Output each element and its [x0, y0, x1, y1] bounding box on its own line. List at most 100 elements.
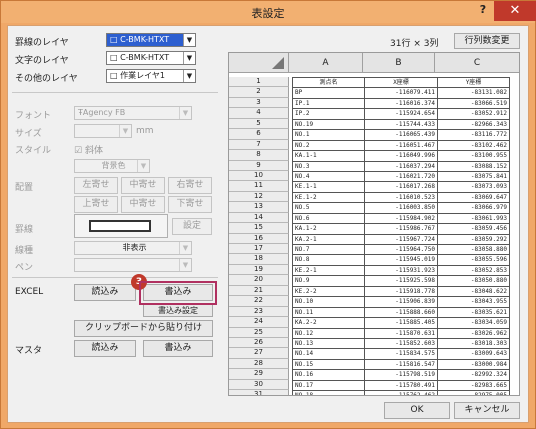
pen-select[interactable]: ▼ — [74, 258, 192, 272]
master-read-button[interactable]: 読込み — [74, 340, 136, 357]
table-cell[interactable]: NO.7 — [293, 245, 365, 255]
table-cell[interactable]: -115816.547 — [365, 359, 438, 370]
table-cell[interactable]: -115762.462 — [365, 391, 438, 395]
table-cell[interactable]: -115925.598 — [365, 276, 438, 286]
row-header[interactable]: 24 — [229, 317, 289, 328]
row-header[interactable]: 27 — [229, 348, 289, 359]
row-header[interactable]: 30 — [229, 379, 289, 391]
table-cell[interactable]: NO.1 — [293, 130, 365, 140]
table-cell[interactable]: -82975.005 — [438, 391, 510, 395]
row-header[interactable]: 11 — [229, 181, 289, 192]
align-top-button[interactable]: 上寄せ — [74, 196, 118, 213]
table-cell[interactable]: KA.1-2 — [293, 224, 365, 234]
row-header[interactable]: 8 — [229, 150, 289, 161]
table-cell[interactable]: -83000.984 — [438, 359, 510, 370]
table-cell[interactable]: -83050.880 — [438, 276, 510, 286]
table-cell[interactable]: -83026.962 — [438, 328, 510, 338]
table-cell[interactable]: KE.1-1 — [293, 182, 365, 192]
paste-from-clipboard-button[interactable]: クリップボードから貼り付け — [74, 320, 213, 337]
table-cell[interactable]: -115780.491 — [365, 380, 438, 391]
row-header[interactable]: 7 — [229, 139, 289, 151]
table-cell[interactable]: -115798.519 — [365, 370, 438, 380]
table-cell[interactable]: -83059.456 — [438, 224, 510, 234]
master-write-button[interactable]: 書込み — [143, 340, 213, 357]
table-cell[interactable]: NO.17 — [293, 380, 365, 391]
row-header[interactable]: 6 — [229, 129, 289, 140]
table-cell[interactable]: -116021.720 — [365, 171, 438, 182]
column-header[interactable]: C — [435, 53, 519, 73]
table-cell[interactable]: -115870.631 — [365, 328, 438, 338]
table-cell[interactable]: -83066.979 — [438, 203, 510, 213]
align-bottom-button[interactable]: 下寄せ — [168, 196, 212, 213]
table-cell[interactable]: -83061.993 — [438, 213, 510, 224]
table-cell[interactable]: -115885.405 — [365, 318, 438, 328]
table-cell[interactable]: KA.2-2 — [293, 318, 365, 328]
table-cell[interactable]: -115744.433 — [365, 119, 438, 130]
table-cell[interactable]: -116016.374 — [365, 98, 438, 109]
column-header[interactable]: B — [363, 53, 435, 73]
row-header[interactable]: 18 — [229, 254, 289, 265]
cancel-button[interactable]: キャンセル — [454, 402, 520, 419]
align-center-button[interactable]: 中寄せ — [121, 177, 165, 194]
size-select[interactable]: ▼ — [74, 124, 132, 138]
other-layer-select[interactable]: □ 作業レイヤ1 ▼ — [106, 69, 196, 83]
table-cell[interactable]: NO.9 — [293, 276, 365, 286]
table-cell[interactable]: -115931.923 — [365, 265, 438, 276]
table-cell[interactable]: -83055.596 — [438, 255, 510, 265]
row-header[interactable]: 15 — [229, 223, 289, 234]
table-cell[interactable]: -83066.519 — [438, 98, 510, 109]
table-cell[interactable]: KE.2-2 — [293, 286, 365, 297]
table-cell[interactable]: -115852.603 — [365, 338, 438, 349]
table-cell[interactable]: -83052.853 — [438, 265, 510, 276]
row-header[interactable]: 23 — [229, 306, 289, 318]
table-cell[interactable]: -116037.294 — [365, 161, 438, 171]
table-cell[interactable]: -115918.778 — [365, 286, 438, 297]
grid-corner[interactable] — [229, 53, 289, 73]
table-cell[interactable]: -82992.324 — [438, 370, 510, 380]
table-cell[interactable]: NO.15 — [293, 359, 365, 370]
table-cell[interactable]: -83034.059 — [438, 318, 510, 328]
row-header[interactable]: 12 — [229, 191, 289, 203]
table-cell[interactable]: IP.2 — [293, 109, 365, 119]
row-header[interactable]: 28 — [229, 358, 289, 370]
table-cell[interactable]: -83075.841 — [438, 171, 510, 182]
italic-checkbox[interactable]: ☑ 斜体 — [74, 143, 103, 156]
table-cell[interactable]: NO.2 — [293, 140, 365, 151]
table-cell[interactable]: KA.1-1 — [293, 151, 365, 161]
row-header[interactable]: 20 — [229, 275, 289, 286]
row-header[interactable]: 10 — [229, 170, 289, 182]
table-cell[interactable]: -83043.955 — [438, 297, 510, 307]
align-left-button[interactable]: 左寄せ — [74, 177, 118, 194]
table-cell[interactable]: BP — [293, 88, 365, 98]
row-header[interactable]: 17 — [229, 244, 289, 255]
border-setting-button[interactable]: 設定 — [172, 218, 212, 235]
table-cell[interactable]: -116051.467 — [365, 140, 438, 151]
table-cell[interactable]: -83088.152 — [438, 161, 510, 171]
table-cell[interactable]: -83116.772 — [438, 130, 510, 140]
table-cell[interactable]: -115945.019 — [365, 255, 438, 265]
table-cell[interactable]: -83102.462 — [438, 140, 510, 151]
table-cell[interactable]: NO.18 — [293, 391, 365, 395]
change-row-column-button[interactable]: 行列数変更 — [454, 33, 520, 49]
table-cell[interactable]: -83131.082 — [438, 88, 510, 98]
row-header[interactable]: 5 — [229, 118, 289, 130]
table-cell[interactable]: NO.3 — [293, 161, 365, 171]
table-cell[interactable]: NO.14 — [293, 349, 365, 359]
excel-write-settings-button[interactable]: 書込み設定 — [143, 304, 213, 317]
table-cell[interactable]: -83073.093 — [438, 182, 510, 192]
table-cell[interactable]: -82983.665 — [438, 380, 510, 391]
table-cell[interactable]: NO.5 — [293, 203, 365, 213]
table-cell[interactable]: KA.2-1 — [293, 234, 365, 244]
row-header[interactable]: 13 — [229, 202, 289, 213]
table-cell[interactable]: -83058.880 — [438, 245, 510, 255]
table-cell[interactable]: -83018.303 — [438, 338, 510, 349]
table-cell[interactable]: -116065.439 — [365, 130, 438, 140]
background-color-select[interactable]: 背景色 ▼ — [74, 159, 150, 173]
text-layer-select[interactable]: □ C-BMK-HTXT ▼ — [106, 51, 196, 65]
table-cell[interactable]: -116079.411 — [365, 88, 438, 98]
table-cell[interactable]: -83069.647 — [438, 192, 510, 203]
table-grid[interactable]: A B C 1 2 3 4 5 6 7 8 9 10 11 12 13 14 15 16 17 18 19 20 21 2… — [228, 52, 520, 396]
align-middle-button[interactable]: 中寄せ — [121, 196, 165, 213]
table-cell[interactable]: NO.4 — [293, 171, 365, 182]
table-cell[interactable]: -115888.660 — [365, 307, 438, 318]
